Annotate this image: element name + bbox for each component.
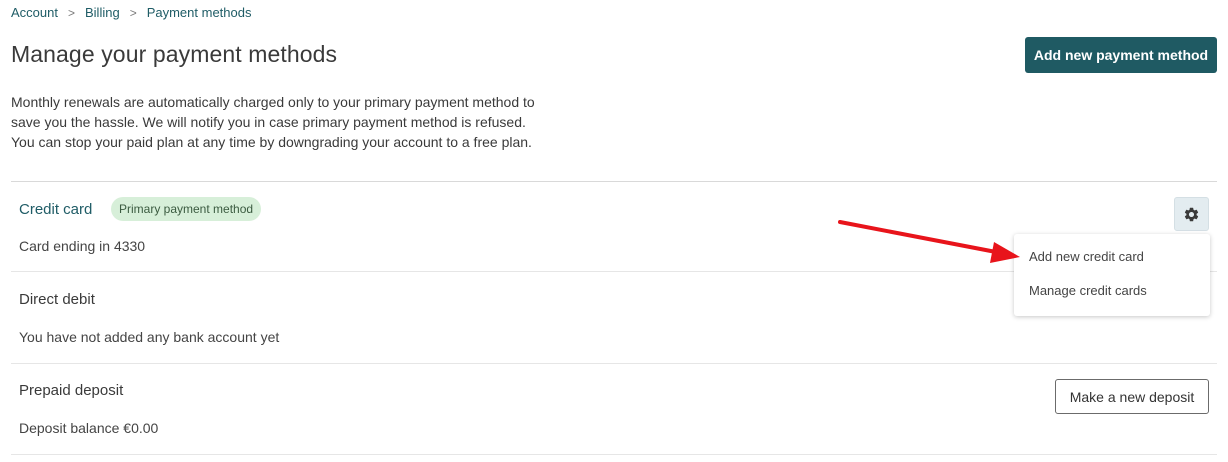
section-divider [11,181,1217,182]
arrow-shaft [838,220,998,254]
prepaid-deposit-desc: Deposit balance €0.00 [19,420,159,436]
menu-item-add-credit-card[interactable]: Add new credit card [1029,249,1144,264]
breadcrumb-account[interactable]: Account [11,5,58,20]
section-divider [11,454,1217,455]
page-title: Manage your payment methods [11,41,338,67]
primary-payment-badge: Primary payment method [111,197,262,221]
intro-text: Monthly renewals are automatically charg… [11,94,535,150]
credit-card-desc: Card ending in 4330 [19,238,146,254]
breadcrumb-separator: > [129,5,137,20]
gear-icon [1184,207,1199,221]
breadcrumb-billing[interactable]: Billing [85,5,120,20]
credit-card-title: Credit card [19,201,93,218]
breadcrumb-payment-methods: Payment methods [146,5,252,20]
add-payment-method-button[interactable]: Add new payment method [1025,37,1217,73]
credit-card-settings-button[interactable] [1174,197,1209,231]
prepaid-deposit-title: Prepaid deposit [19,382,124,399]
direct-debit-title: Direct debit [19,291,95,308]
credit-card-dropdown-menu: Add new credit card Manage credit cards [1014,234,1210,316]
make-deposit-button[interactable]: Make a new deposit [1055,379,1209,414]
breadcrumb: Account > Billing > Payment methods [11,5,251,20]
section-divider [11,363,1217,364]
direct-debit-desc: You have not added any bank account yet [19,329,280,345]
breadcrumb-separator: > [67,5,75,20]
menu-item-manage-credit-cards[interactable]: Manage credit cards [1029,283,1147,298]
